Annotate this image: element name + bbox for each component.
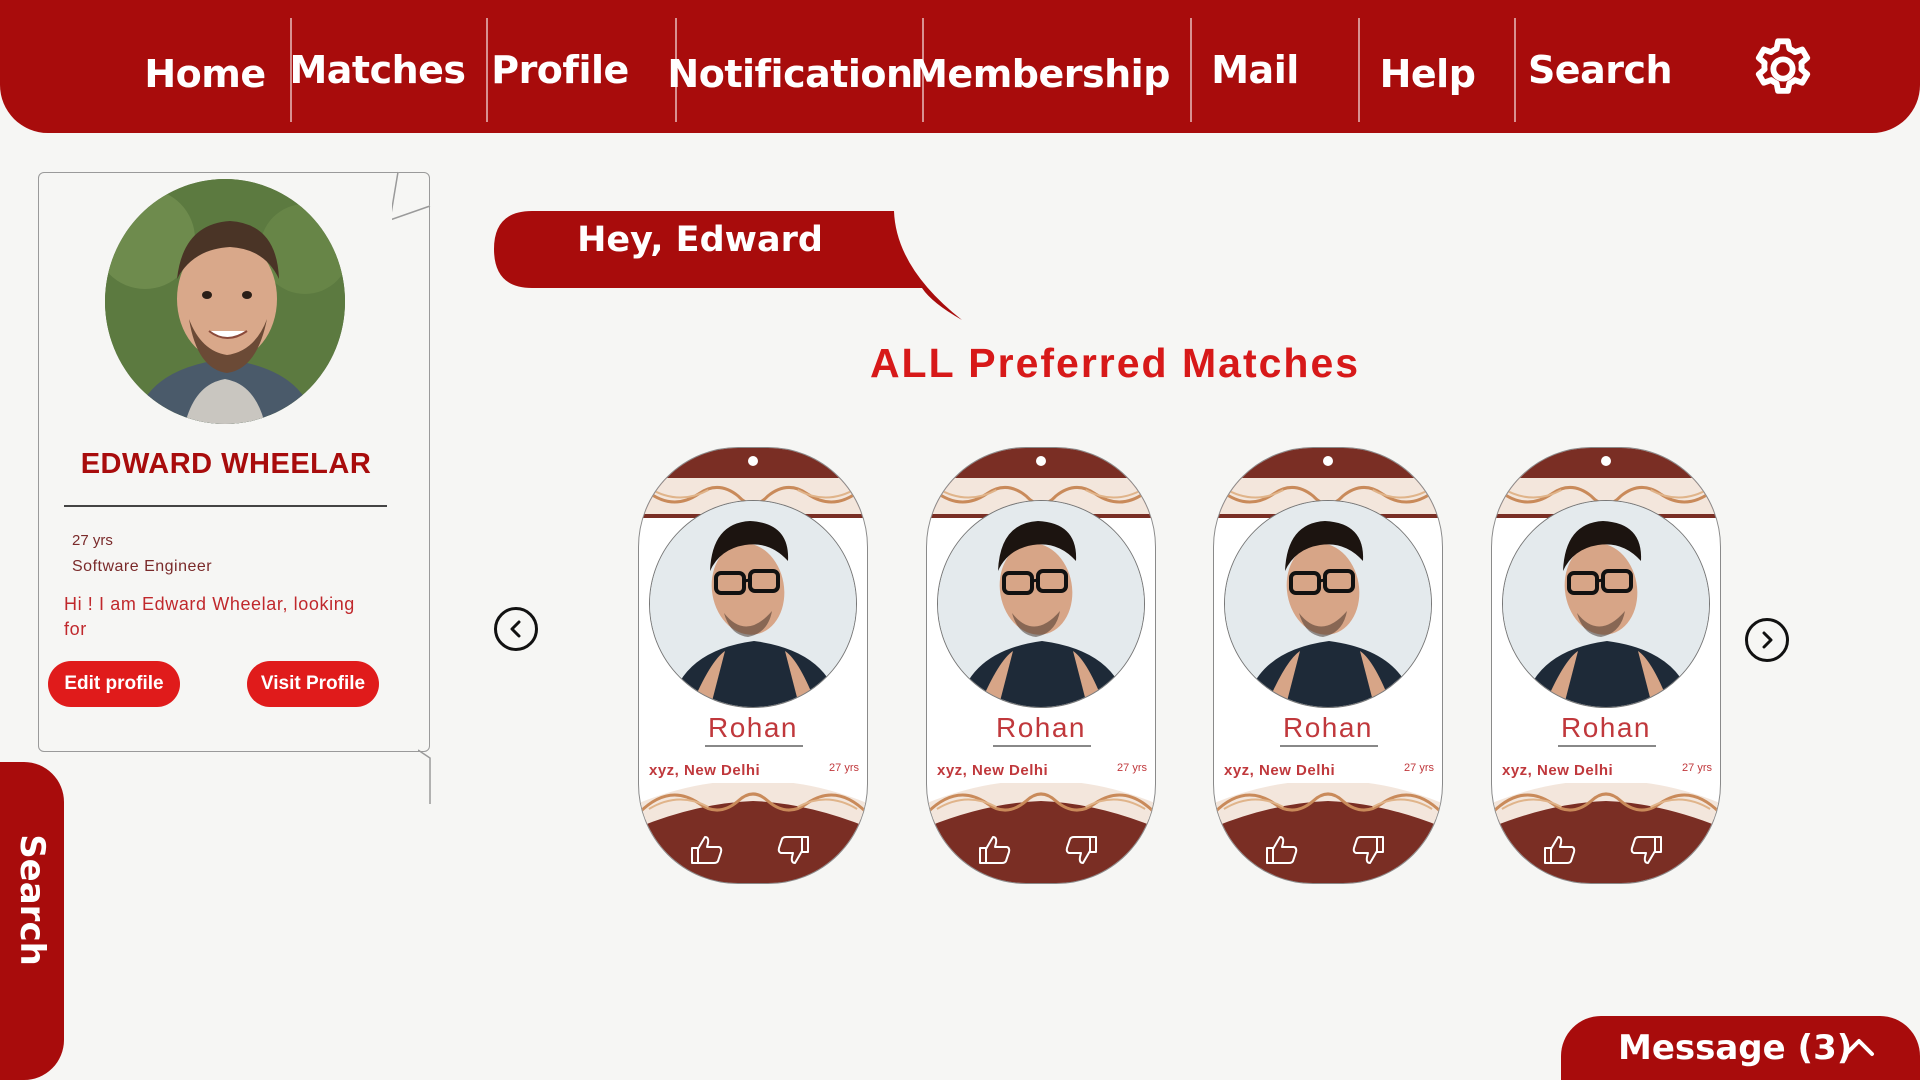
match-name[interactable]: Rohan <box>639 712 867 744</box>
ornament-bottom <box>639 783 867 883</box>
avatar <box>105 179 345 424</box>
message-label: Message (3) <box>1618 1028 1853 1068</box>
match-location: xyz, New Delhi <box>937 762 1049 779</box>
match-name-underline <box>705 745 803 747</box>
side-search-label: Search <box>12 834 52 966</box>
thumbs-down-icon[interactable] <box>1063 834 1099 866</box>
carousel-next-button[interactable] <box>1745 618 1789 662</box>
match-photo <box>1224 500 1432 708</box>
match-photo-image <box>1503 501 1709 707</box>
match-location: xyz, New Delhi <box>1502 762 1614 779</box>
match-name[interactable]: Rohan <box>927 712 1155 744</box>
match-name[interactable]: Rohan <box>1492 712 1720 744</box>
chevron-right-icon <box>1762 631 1773 649</box>
chevron-left-icon <box>510 620 521 638</box>
nav-divider <box>1358 18 1360 122</box>
thumbs-down-icon[interactable] <box>1628 834 1664 866</box>
thumbs-up-icon[interactable] <box>1542 834 1578 866</box>
thumbs-up-icon[interactable] <box>977 834 1013 866</box>
match-name-underline <box>1558 745 1656 747</box>
match-photo <box>937 500 1145 708</box>
profile-bio: Hi ! I am Edward Wheelar, looking for <box>64 594 355 639</box>
thumbs-up-icon[interactable] <box>689 834 725 866</box>
ornament-bottom <box>927 783 1155 883</box>
section-title: ALL Preferred Matches <box>869 340 1361 386</box>
match-age: 27 yrs <box>1682 762 1712 774</box>
greeting-text: Hey, Edward <box>577 220 823 260</box>
nav-search[interactable]: Search <box>1525 18 1675 122</box>
match-age: 27 yrs <box>1117 762 1147 774</box>
match-name-underline <box>1280 745 1378 747</box>
match-photo <box>1502 500 1710 708</box>
ornament-bottom <box>1214 783 1442 883</box>
profile-age: 27 yrs <box>72 532 113 549</box>
thumbs-up-icon[interactable] <box>1264 834 1300 866</box>
match-location: xyz, New Delhi <box>1224 762 1336 779</box>
chevron-up-icon[interactable] <box>1842 1036 1876 1058</box>
top-navbar: Home Matches Profile Notification Member… <box>0 0 1920 133</box>
thumbs-down-icon[interactable] <box>1350 834 1386 866</box>
card-tail-decoration <box>418 749 431 804</box>
profile-name: EDWARD WHEELAR <box>80 448 372 480</box>
thumbs-down-icon[interactable] <box>775 834 811 866</box>
nav-matches[interactable]: Matches <box>289 18 466 122</box>
match-photo-image <box>650 501 856 707</box>
carousel-prev-button[interactable] <box>494 607 538 651</box>
card-tail-decoration <box>388 171 431 226</box>
match-photo-image <box>938 501 1144 707</box>
match-card[interactable]: Rohan xyz, New Delhi 27 yrs <box>926 447 1156 884</box>
visit-profile-button[interactable]: Visit Profile <box>247 661 379 707</box>
nav-profile[interactable]: Profile <box>491 18 629 122</box>
match-photo <box>649 500 857 708</box>
avatar-photo <box>105 179 345 424</box>
card-hole <box>1036 456 1046 466</box>
match-card[interactable]: Rohan xyz, New Delhi 27 yrs <box>1213 447 1443 884</box>
match-photo-image <box>1225 501 1431 707</box>
match-age: 27 yrs <box>829 762 859 774</box>
match-location: xyz, New Delhi <box>649 762 761 779</box>
ornament-bottom <box>1492 783 1720 883</box>
nav-divider <box>1514 18 1516 122</box>
nav-membership[interactable]: Membership <box>910 22 1170 126</box>
card-hole <box>1601 456 1611 466</box>
nav-help[interactable]: Help <box>1370 22 1485 126</box>
nav-divider <box>486 18 488 122</box>
match-card[interactable]: Rohan xyz, New Delhi 27 yrs <box>638 447 868 884</box>
match-name-underline <box>993 745 1091 747</box>
match-age: 27 yrs <box>1404 762 1434 774</box>
match-name[interactable]: Rohan <box>1214 712 1442 744</box>
edit-profile-button[interactable]: Edit profile <box>48 661 180 707</box>
nav-home[interactable]: Home <box>140 22 270 126</box>
nav-divider <box>1190 18 1192 122</box>
match-card[interactable]: Rohan xyz, New Delhi 27 yrs <box>1491 447 1721 884</box>
nav-mail[interactable]: Mail <box>1200 18 1310 122</box>
gear-icon[interactable] <box>1748 34 1818 104</box>
profile-occupation: Software Engineer <box>72 558 213 575</box>
card-hole <box>1323 456 1333 466</box>
divider <box>64 505 387 507</box>
nav-notification[interactable]: Notification <box>667 22 913 126</box>
card-hole <box>748 456 758 466</box>
